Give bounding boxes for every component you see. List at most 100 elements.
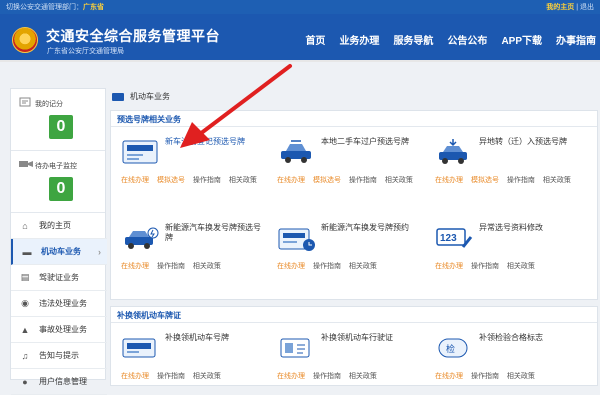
breadcrumb-label: 机动车业务 — [130, 92, 170, 101]
service-links: 在线办理 模拟选号 操作指南 相关政策 — [435, 175, 577, 185]
site-subtitle: 广东省公安厅交通管理局 — [47, 48, 124, 55]
id-card-icon: ▤ — [20, 272, 30, 282]
policy-link[interactable]: 相关政策 — [229, 177, 257, 184]
bell-icon: ♫ — [21, 350, 29, 361]
number-edit-icon: 123 — [435, 223, 475, 253]
camera-icon: ◉ — [21, 298, 29, 308]
simulate-select-link[interactable]: 模拟选号 — [313, 177, 341, 184]
online-handle-link[interactable]: 在线办理 — [435, 263, 463, 270]
nav-service[interactable]: 服务导航 — [393, 32, 433, 47]
service-links: 在线办理 操作指南 相关政策 — [435, 261, 541, 271]
car-icon: ▬ — [22, 246, 32, 257]
nav-notice[interactable]: 公告公布 — [447, 32, 487, 47]
site-title: 交通安全综合服务管理平台 — [46, 28, 220, 44]
monitor-card: 待办电子监控 0 — [11, 151, 105, 213]
service-used-car-transfer[interactable]: 本地二手车过户预选号牌 在线办理 模拟选号 操作指南 相关政策 — [273, 135, 423, 189]
simulate-select-link[interactable]: 模拟选号 — [157, 177, 185, 184]
preselect-plate-panel: 预选号牌相关业务 新车注册登记预选号牌 在线办理 模拟选号 操作指南 相关政策 … — [110, 110, 598, 300]
service-name[interactable]: 补换领机动车行驶证 — [321, 333, 421, 343]
guide-link[interactable]: 操作指南 — [313, 373, 341, 380]
policy-link[interactable]: 相关政策 — [507, 373, 535, 380]
service-inspection-sign[interactable]: 检 补领检验合格标志 在线办理 操作指南 相关政策 — [431, 331, 581, 385]
guide-link[interactable]: 操作指南 — [313, 263, 341, 270]
guide-link[interactable]: 操作指南 — [471, 263, 499, 270]
policy-link[interactable]: 相关政策 — [507, 263, 535, 270]
policy-link[interactable]: 相关政策 — [543, 177, 571, 184]
online-handle-link[interactable]: 在线办理 — [435, 373, 463, 380]
service-links: 在线办理 操作指南 相关政策 — [121, 261, 227, 271]
service-name[interactable]: 新能源汽车换发号牌预约 — [321, 223, 421, 233]
guide-link[interactable]: 操作指南 — [471, 373, 499, 380]
service-name[interactable]: 新车注册登记预选号牌 — [165, 137, 265, 147]
service-abnormal-selection-edit[interactable]: 123 异常选号资料修改 在线办理 操作指南 相关政策 — [431, 221, 581, 275]
car-transfer-icon — [277, 137, 317, 167]
sidebar-item-home[interactable]: ⌂ 我的主页 — [11, 213, 107, 239]
sidebar-item-accident[interactable]: ▲ 事故处理业务 — [11, 317, 107, 343]
sidebar-item-label: 机动车业务 — [41, 247, 81, 256]
simulate-select-link[interactable]: 模拟选号 — [471, 177, 499, 184]
service-links: 在线办理 模拟选号 操作指南 相关政策 — [121, 175, 263, 185]
policy-link[interactable]: 相关政策 — [193, 263, 221, 270]
nav-home[interactable]: 首页 — [305, 32, 325, 47]
warning-icon: ▲ — [20, 324, 30, 335]
logout-link[interactable]: 退出 — [580, 4, 594, 11]
policy-link[interactable]: 相关政策 — [385, 177, 413, 184]
online-handle-link[interactable]: 在线办理 — [121, 373, 149, 380]
sidebar-item-notice[interactable]: ♫ 告知与提示 — [11, 343, 107, 369]
service-replace-license[interactable]: 补换领机动车行驶证 在线办理 操作指南 相关政策 — [273, 331, 423, 385]
service-name[interactable]: 本地二手车过户预选号牌 — [321, 137, 421, 147]
my-home-link[interactable]: 我的主页 — [546, 4, 574, 11]
sidebar-item-violation[interactable]: ◉ 违法处理业务 — [11, 291, 107, 317]
guide-link[interactable]: 操作指南 — [157, 373, 185, 380]
camera-icon — [19, 159, 33, 169]
nav-business[interactable]: 业务办理 — [339, 32, 379, 47]
sidebar-item-label: 用户信息管理 — [39, 377, 87, 386]
guide-link[interactable]: 操作指南 — [507, 177, 535, 184]
svg-text:检: 检 — [446, 343, 455, 355]
license-replace-icon — [277, 333, 317, 363]
guide-link[interactable]: 操作指南 — [349, 177, 377, 184]
service-remote-transfer[interactable]: 异地转（迁）入预选号牌 在线办理 模拟选号 操作指南 相关政策 — [431, 135, 581, 189]
service-name[interactable]: 异地转（迁）入预选号牌 — [479, 137, 579, 147]
policy-link[interactable]: 相关政策 — [349, 263, 377, 270]
inspection-sign-icon: 检 — [435, 333, 475, 363]
service-nev-plate-preselect[interactable]: 新能源汽车换发号牌预选号牌 在线办理 操作指南 相关政策 — [117, 221, 267, 275]
main-content: 机动车业务 预选号牌相关业务 新车注册登记预选号牌 在线办理 模拟选号 操作指南… — [108, 88, 600, 386]
sidebar-item-vehicle[interactable]: ▬ 机动车业务 › — [11, 239, 107, 265]
online-handle-link[interactable]: 在线办理 — [435, 177, 463, 184]
guide-link[interactable]: 操作指南 — [193, 177, 221, 184]
sidebar-item-label: 我的主页 — [39, 221, 71, 230]
policy-link[interactable]: 相关政策 — [193, 373, 221, 380]
service-name[interactable]: 异常选号资料修改 — [479, 223, 579, 233]
service-nev-plate-appointment[interactable]: 新能源汽车换发号牌预约 在线办理 操作指南 相关政策 — [273, 221, 423, 275]
service-name[interactable]: 新能源汽车换发号牌预选号牌 — [165, 223, 265, 243]
service-name[interactable]: 补换领机动车号牌 — [165, 333, 265, 343]
service-name[interactable]: 补领检验合格标志 — [479, 333, 579, 343]
chevron-right-icon: › — [98, 246, 101, 257]
policy-link[interactable]: 相关政策 — [349, 373, 377, 380]
score-icon — [19, 97, 31, 107]
service-replace-plate[interactable]: 补换领机动车号牌 在线办理 操作指南 相关政策 — [117, 331, 267, 385]
sidebar-item-user-info[interactable]: ● 用户信息管理 — [11, 369, 107, 395]
user-icon: ● — [22, 376, 28, 387]
online-handle-link[interactable]: 在线办理 — [277, 263, 305, 270]
home-icon: ⌂ — [22, 220, 28, 231]
guide-link[interactable]: 操作指南 — [157, 263, 185, 270]
department-switch[interactable]: 切换公安交通管理部门：广东省 — [6, 2, 104, 12]
nav-guide[interactable]: 办事指南 — [556, 32, 596, 47]
sidebar-item-label: 违法处理业务 — [39, 299, 87, 308]
online-handle-link[interactable]: 在线办理 — [277, 177, 305, 184]
online-handle-link[interactable]: 在线办理 — [121, 177, 149, 184]
score-value[interactable]: 0 — [49, 115, 73, 139]
online-handle-link[interactable]: 在线办理 — [121, 263, 149, 270]
online-handle-link[interactable]: 在线办理 — [277, 373, 305, 380]
service-new-car-plate[interactable]: 新车注册登记预选号牌 在线办理 模拟选号 操作指南 相关政策 — [117, 135, 267, 189]
switch-label: 切换公安交通管理部门： — [6, 4, 83, 11]
region-selector[interactable]: 广东省 — [83, 4, 104, 11]
sidebar-item-license[interactable]: ▤ 驾驶证业务 — [11, 265, 107, 291]
sidebar-item-label: 驾驶证业务 — [39, 273, 79, 282]
main-nav: 首页 业务办理 服务导航 公告公布 APP下载 办事指南 — [305, 32, 600, 47]
monitor-value[interactable]: 0 — [49, 177, 73, 201]
breadcrumb: 机动车业务 — [112, 91, 170, 102]
nav-app-download[interactable]: APP下载 — [501, 32, 542, 47]
